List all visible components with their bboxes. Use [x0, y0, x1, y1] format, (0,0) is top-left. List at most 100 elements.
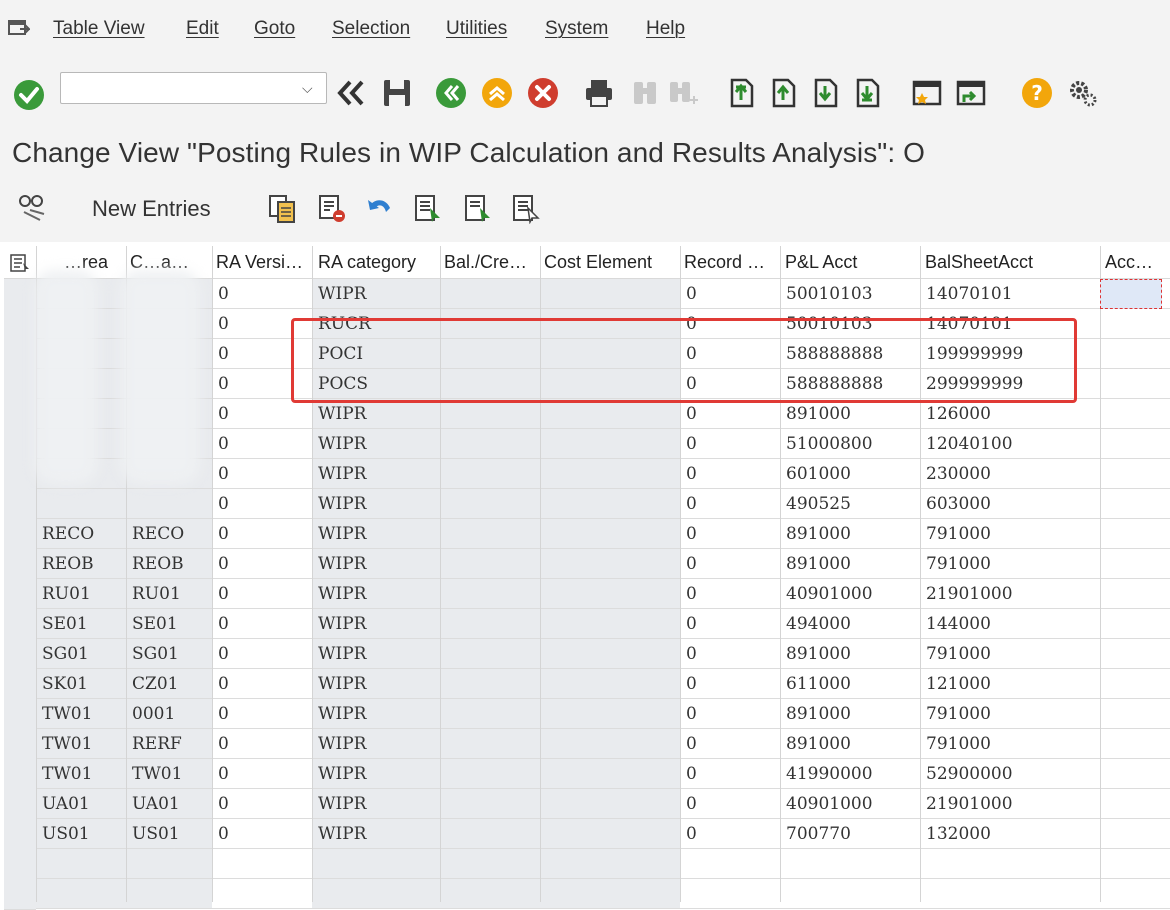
cell-company[interactable]: US01: [126, 819, 212, 849]
cell-ra-version[interactable]: 0: [212, 819, 312, 849]
cell-ra-version[interactable]: [212, 849, 312, 879]
cell-record[interactable]: 0: [680, 279, 780, 309]
cell-pl-acct[interactable]: 891000: [780, 399, 920, 429]
col-header-cost-element[interactable]: Cost Element: [544, 252, 680, 273]
cell-ra-version[interactable]: 0: [212, 729, 312, 759]
cell-ra-version[interactable]: 0: [212, 669, 312, 699]
cell-ra-category[interactable]: WIPR: [312, 639, 440, 669]
cell-acc[interactable]: [1100, 879, 1170, 909]
cell-acc[interactable]: [1100, 339, 1170, 369]
cell-bal-cre[interactable]: [440, 369, 540, 399]
cell-pl-acct[interactable]: 601000: [780, 459, 920, 489]
cell-acc[interactable]: [1100, 459, 1170, 489]
cell-balsheet-acct[interactable]: [920, 849, 1100, 879]
cell-balsheet-acct[interactable]: 791000: [920, 549, 1100, 579]
cell-cost-element[interactable]: [540, 609, 680, 639]
col-header-acc[interactable]: Acc…: [1105, 252, 1165, 273]
details-icon[interactable]: [16, 192, 48, 224]
cell-area[interactable]: TW01: [36, 759, 126, 789]
next-page-icon[interactable]: [808, 76, 842, 110]
cell-ra-category[interactable]: [312, 879, 440, 909]
cell-acc[interactable]: [1100, 369, 1170, 399]
exit-icon[interactable]: [480, 76, 514, 110]
cell-record[interactable]: [680, 849, 780, 879]
cell-ra-category[interactable]: WIPR: [312, 729, 440, 759]
cell-acc[interactable]: [1100, 669, 1170, 699]
cell-company[interactable]: SG01: [126, 639, 212, 669]
cell-ra-version[interactable]: 0: [212, 549, 312, 579]
cell-bal-cre[interactable]: [440, 459, 540, 489]
cell-bal-cre[interactable]: [440, 489, 540, 519]
cell-company[interactable]: CZ01: [126, 669, 212, 699]
cell-cost-element[interactable]: [540, 789, 680, 819]
cell-bal-cre[interactable]: [440, 609, 540, 639]
cell-balsheet-acct[interactable]: [920, 879, 1100, 909]
cell-company[interactable]: RU01: [126, 579, 212, 609]
cell-ra-version[interactable]: 0: [212, 279, 312, 309]
cell-company[interactable]: [126, 879, 212, 909]
cell-ra-version[interactable]: 0: [212, 609, 312, 639]
row-selector[interactable]: [4, 459, 36, 490]
cell-record[interactable]: 0: [680, 489, 780, 519]
menu-selection[interactable]: Selection: [332, 18, 410, 40]
cell-bal-cre[interactable]: [440, 669, 540, 699]
col-header-ra-category[interactable]: RA category: [318, 252, 442, 273]
cell-area[interactable]: [36, 849, 126, 879]
cell-company[interactable]: RERF: [126, 729, 212, 759]
col-header-bal-cre[interactable]: Bal./Cre…: [444, 252, 540, 273]
row-selector[interactable]: [4, 819, 36, 850]
cell-area[interactable]: US01: [36, 819, 126, 849]
cell-company[interactable]: SE01: [126, 609, 212, 639]
column-config-icon[interactable]: [10, 254, 30, 272]
find-icon[interactable]: [628, 76, 662, 110]
cell-ra-category[interactable]: WIPR: [312, 519, 440, 549]
cell-record[interactable]: 0: [680, 699, 780, 729]
cell-area[interactable]: [36, 879, 126, 909]
cell-bal-cre[interactable]: [440, 429, 540, 459]
cell-cost-element[interactable]: [540, 429, 680, 459]
cell-record[interactable]: 0: [680, 459, 780, 489]
cell-ra-category[interactable]: WIPR: [312, 819, 440, 849]
cell-pl-acct[interactable]: 588888888: [780, 369, 920, 399]
cell-area[interactable]: UA01: [36, 789, 126, 819]
cell-cost-element[interactable]: [540, 279, 680, 309]
cell-pl-acct[interactable]: 51000800: [780, 429, 920, 459]
cell-acc[interactable]: [1100, 399, 1170, 429]
cell-pl-acct[interactable]: 891000: [780, 639, 920, 669]
menu-icon[interactable]: [8, 20, 30, 38]
cell-area[interactable]: SG01: [36, 639, 126, 669]
cell-company[interactable]: 0001: [126, 699, 212, 729]
cell-cost-element[interactable]: [540, 399, 680, 429]
cell-ra-category[interactable]: WIPR: [312, 669, 440, 699]
cell-balsheet-acct[interactable]: 14070101: [920, 279, 1100, 309]
cell-balsheet-acct[interactable]: 121000: [920, 669, 1100, 699]
cell-ra-version[interactable]: 0: [212, 369, 312, 399]
row-selector[interactable]: [4, 759, 36, 790]
cell-area[interactable]: SE01: [36, 609, 126, 639]
cell-balsheet-acct[interactable]: 132000: [920, 819, 1100, 849]
cell-ra-version[interactable]: 0: [212, 519, 312, 549]
cell-ra-category[interactable]: WIPR: [312, 429, 440, 459]
cell-cost-element[interactable]: [540, 549, 680, 579]
row-selector[interactable]: [4, 789, 36, 820]
cell-area[interactable]: TW01: [36, 699, 126, 729]
cell-pl-acct[interactable]: 50010103: [780, 279, 920, 309]
cell-area[interactable]: [36, 489, 126, 519]
cell-ra-category[interactable]: POCS: [312, 369, 440, 399]
cell-bal-cre[interactable]: [440, 639, 540, 669]
cell-ra-category[interactable]: WIPR: [312, 279, 440, 309]
cell-acc[interactable]: [1100, 519, 1170, 549]
cell-cost-element[interactable]: [540, 369, 680, 399]
last-page-icon[interactable]: [850, 76, 884, 110]
cell-bal-cre[interactable]: [440, 699, 540, 729]
cell-acc[interactable]: [1100, 429, 1170, 459]
chevron-down-icon[interactable]: ⌵: [302, 80, 313, 97]
cell-balsheet-acct[interactable]: 52900000: [920, 759, 1100, 789]
cell-balsheet-acct[interactable]: 791000: [920, 519, 1100, 549]
cell-area[interactable]: RU01: [36, 579, 126, 609]
cell-pl-acct[interactable]: 40901000: [780, 789, 920, 819]
settings-icon[interactable]: [1066, 76, 1100, 110]
cell-record[interactable]: 0: [680, 549, 780, 579]
cell-acc[interactable]: [1100, 699, 1170, 729]
find-next-icon[interactable]: [666, 76, 700, 110]
